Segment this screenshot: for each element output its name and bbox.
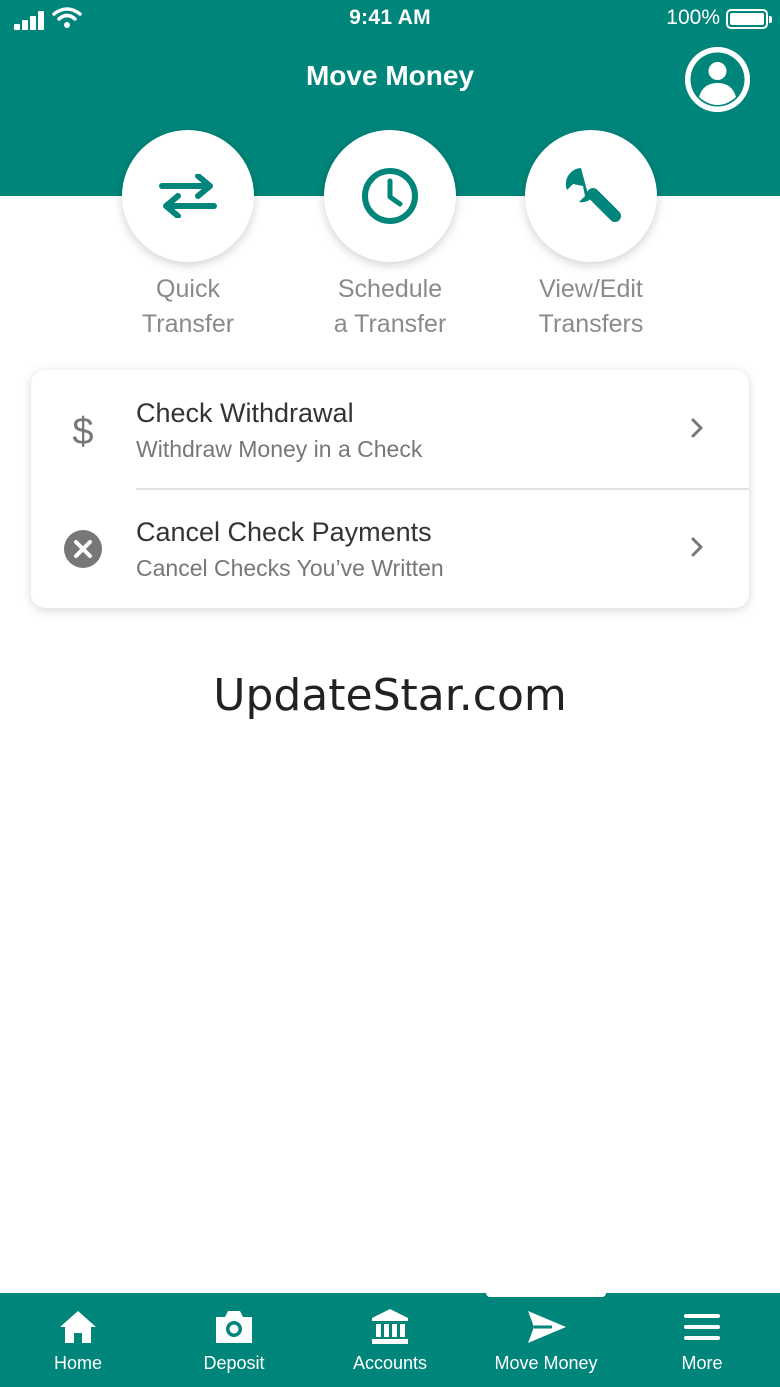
view-edit-transfers-label: View/Edit Transfers <box>538 275 644 338</box>
home-icon <box>60 1311 96 1343</box>
move-money-screen: 9:41 AM 100% Move Money Quick Transfer S… <box>0 0 780 1387</box>
active-tab-indicator <box>486 1291 606 1297</box>
check-withdrawal-row[interactable]: $ Check Withdrawal Withdraw Money in a C… <box>31 370 749 490</box>
chevron-right-icon <box>691 537 703 557</box>
tab-home-label: Home <box>53 1353 102 1373</box>
svg-text:$: $ <box>72 411 93 450</box>
quick-actions: Quick Transfer Schedule a Transfer View/… <box>0 130 780 350</box>
view-edit-transfers-action[interactable]: View/Edit Transfers <box>491 130 691 342</box>
tab-more-label: More <box>681 1353 723 1373</box>
check-withdrawal-subtitle: Withdraw Money in a Check <box>136 436 423 462</box>
tab-move-money-label: Move Money <box>494 1353 598 1373</box>
cancel-check-subtitle: Cancel Checks You’ve Written <box>136 555 444 581</box>
schedule-transfer-label: Schedule a Transfer <box>333 275 447 338</box>
cancel-check-title: Cancel Check Payments <box>136 517 432 547</box>
bottom-tab-bar: Home Deposit Accounts Move Money More <box>0 1291 780 1387</box>
quick-transfer-action[interactable]: Quick Transfer <box>88 130 288 342</box>
close-circle-icon <box>64 530 102 568</box>
watermark: UpdateStar.com <box>213 670 567 721</box>
quick-transfer-label: Quick Transfer <box>141 275 235 338</box>
quick-transfer-button[interactable] <box>122 130 254 262</box>
tab-move-money[interactable]: Move Money <box>468 1291 624 1387</box>
bank-icon <box>372 1309 408 1344</box>
page-title: Move Money <box>305 60 475 91</box>
battery-icon <box>726 9 772 29</box>
tab-accounts-label: Accounts <box>352 1353 428 1373</box>
chevron-right-icon <box>691 418 703 438</box>
battery-percent: 100% <box>666 6 720 29</box>
dollar-icon: $ <box>72 411 93 450</box>
tab-home[interactable]: Home <box>0 1293 156 1387</box>
check-options-card: $ Check Withdrawal Withdraw Money in a C… <box>31 370 749 608</box>
swap-arrows-icon <box>159 174 217 218</box>
wrench-icon <box>565 168 621 222</box>
status-time: 9:41 AM <box>349 6 431 29</box>
menu-icon <box>684 1314 720 1340</box>
schedule-transfer-button[interactable] <box>324 130 456 262</box>
view-edit-transfers-button[interactable] <box>525 130 657 262</box>
clock-icon <box>362 168 418 224</box>
tab-accounts[interactable]: Accounts <box>312 1293 468 1387</box>
user-circle-icon <box>685 47 750 112</box>
camera-icon <box>216 1311 252 1343</box>
profile-button[interactable] <box>685 47 750 112</box>
schedule-transfer-action[interactable]: Schedule a Transfer <box>290 130 490 342</box>
send-icon <box>528 1311 566 1343</box>
cancel-check-row[interactable]: Cancel Check Payments Cancel Checks You’… <box>31 489 749 608</box>
tab-more[interactable]: More <box>624 1293 780 1387</box>
tab-deposit[interactable]: Deposit <box>156 1293 312 1387</box>
status-bar: 9:41 AM 100% <box>0 0 780 40</box>
check-withdrawal-title: Check Withdrawal <box>136 398 354 428</box>
tab-deposit-label: Deposit <box>203 1353 265 1373</box>
